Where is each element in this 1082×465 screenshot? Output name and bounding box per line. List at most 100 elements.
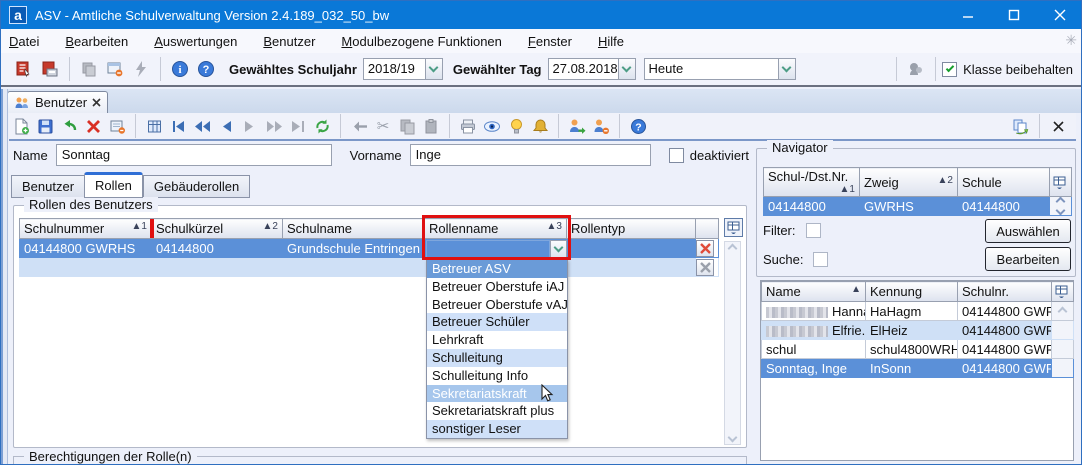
col-rollenname[interactable]: Rollenname▲3 (425, 219, 567, 239)
info-icon[interactable]: i (168, 57, 192, 81)
close-tab-icon[interactable] (92, 98, 101, 107)
menu-bearbeiten[interactable]: Bearbeiten (65, 31, 140, 52)
menu-datei[interactable]: Datei (9, 31, 51, 52)
menu-hilfe[interactable]: Hilfe (598, 31, 636, 52)
user-row-selected[interactable]: Sonntag, Inge InSonn 04144800 GWRHS (762, 359, 1074, 378)
chevron-down-icon[interactable] (778, 58, 796, 80)
chevron-down-icon[interactable] (550, 240, 567, 258)
close-button[interactable] (1037, 1, 1082, 29)
paste-icon[interactable] (420, 115, 442, 137)
print-icon[interactable] (457, 115, 479, 137)
help-icon[interactable]: ? (627, 115, 649, 137)
scroll-down-icon[interactable] (728, 433, 738, 443)
first-record-icon[interactable] (167, 115, 189, 137)
scroll-down-icon[interactable] (1056, 206, 1066, 216)
notification-bell-icon[interactable] (529, 115, 551, 137)
preview-eye-icon[interactable] (481, 115, 503, 137)
scroll-up-icon[interactable] (728, 244, 738, 254)
dropdown-item[interactable]: Betreuer ASV (427, 260, 567, 278)
remove-user-icon[interactable] (590, 115, 612, 137)
filter-field[interactable] (806, 223, 821, 238)
col-zweig[interactable]: Zweig▲2 (860, 168, 958, 197)
col-schulnr[interactable]: Schulnr. (958, 282, 1052, 302)
dropdown-item[interactable]: Sekretariatskraft plus (427, 402, 567, 420)
dropdown-item[interactable]: Schulleitung (427, 349, 567, 367)
delete-role-icon[interactable] (696, 240, 714, 257)
fast-backward-icon[interactable] (191, 115, 213, 137)
save-icon[interactable] (34, 115, 56, 137)
navigator-school-table[interactable]: Schul-/Dst.Nr.▲1 Zweig▲2 Schule 04144800… (763, 167, 1072, 216)
cut-icon[interactable]: ✂ (372, 115, 394, 137)
module-navigation-icon[interactable] (12, 57, 36, 81)
minimize-button[interactable] (945, 1, 991, 29)
col-rollentyp[interactable]: Rollentyp (567, 219, 696, 239)
tab-benutzer-document[interactable]: Benutzer (7, 91, 108, 113)
previous-record-icon[interactable] (215, 115, 237, 137)
undo-icon[interactable] (58, 115, 80, 137)
chevron-down-icon[interactable] (618, 58, 636, 80)
switch-view-icon[interactable] (1010, 115, 1032, 137)
last-record-icon[interactable] (287, 115, 309, 137)
delete-role-disabled-icon[interactable] (696, 259, 714, 276)
maximize-button[interactable] (991, 1, 1037, 29)
tag-select[interactable]: 27.08.2018 (548, 58, 636, 80)
school-table-scrollbar[interactable] (1050, 198, 1071, 214)
form-remove-icon[interactable] (106, 115, 128, 137)
heute-select[interactable]: Heute (644, 58, 796, 80)
new-record-icon[interactable] (10, 115, 32, 137)
refresh-icon[interactable] (311, 115, 333, 137)
menu-benutzer[interactable]: Benutzer (263, 31, 327, 52)
copy-disabled-icon[interactable] (77, 57, 101, 81)
lightning-disabled-icon[interactable] (129, 57, 153, 81)
delete-record-icon[interactable] (82, 115, 104, 137)
school-row-selected[interactable]: 04144800 GWRHS 04144800 (764, 197, 1072, 216)
schuljahr-select[interactable]: 2018/19 (363, 58, 443, 80)
col-kennung[interactable]: Kennung (866, 282, 958, 302)
col-name[interactable]: Name▲ (762, 282, 866, 302)
menu-auswertungen[interactable]: Auswertungen (154, 31, 249, 52)
roles-scrollbar[interactable] (724, 241, 741, 445)
next-record-icon[interactable] (239, 115, 261, 137)
classes-disabled-icon[interactable] (904, 57, 928, 81)
role-row-selected[interactable]: 04144800 GWRHS 04144800 Grundschule Entr… (20, 239, 719, 258)
assign-user-icon[interactable] (566, 115, 588, 137)
menu-modulbezogene-funktionen[interactable]: Modulbezogene Funktionen (341, 31, 513, 52)
dropdown-item[interactable]: Betreuer Oberstufe iAJ (427, 278, 567, 296)
auswaehlen-button[interactable]: Auswählen (985, 219, 1071, 243)
roles-table[interactable]: Schulnummer▲1 Schulkürzel▲2 Schulname Ro… (19, 218, 719, 277)
column-picker-icon[interactable] (1050, 173, 1069, 192)
window-remove-icon[interactable] (103, 57, 127, 81)
col-schulkuerzel[interactable]: Schulkürzel▲2 (152, 219, 283, 239)
vorname-field[interactable]: Inge (410, 144, 651, 166)
close-panel-icon[interactable] (1047, 115, 1069, 137)
scroll-up-icon[interactable] (1058, 306, 1068, 316)
tab-rollen[interactable]: Rollen (84, 172, 143, 198)
role-row-new[interactable] (20, 258, 719, 277)
dropdown-item[interactable]: sonstiger Leser (427, 420, 567, 438)
rollenname-combobox[interactable] (426, 240, 567, 258)
column-picker-icon[interactable] (1052, 282, 1071, 301)
data-table-icon[interactable] (143, 115, 165, 137)
bearbeiten-button[interactable]: Bearbeiten (985, 247, 1071, 271)
dropdown-item[interactable]: Lehrkraft (427, 331, 567, 349)
user-row[interactable]: schul schul4800WRHS 04144800 GWRHS (762, 340, 1074, 359)
dropdown-item-hovered[interactable]: Sekretariatskraft (427, 385, 567, 403)
hint-bulb-icon[interactable] (505, 115, 527, 137)
col-schulname[interactable]: Schulname (283, 219, 425, 239)
copy-icon[interactable] (396, 115, 418, 137)
chevron-down-icon[interactable] (425, 58, 443, 80)
tab-benutzer[interactable]: Benutzer (11, 175, 84, 198)
dropdown-item[interactable]: Schulleitung Info (427, 367, 567, 385)
user-row[interactable]: Hanna HaHagm 04144800 GWRHS (762, 302, 1074, 321)
navigator-users-table[interactable]: Name▲ Kennung Schulnr. Hanna HaHagm 0414… (761, 281, 1074, 378)
suche-field[interactable] (813, 252, 828, 267)
module-reports-icon[interactable] (38, 57, 62, 81)
fast-forward-icon[interactable] (263, 115, 285, 137)
tab-gebaeuderollen[interactable]: Gebäuderollen (143, 175, 250, 198)
back-arrow-icon[interactable] (348, 115, 370, 137)
user-row[interactable]: Elfrie... ElHeiz 04144800 GWRHS (762, 321, 1074, 340)
col-schule[interactable]: Schule (958, 168, 1050, 197)
column-picker-icon[interactable] (724, 218, 743, 237)
col-schulnummer[interactable]: Schulnummer▲1 (20, 219, 152, 239)
col-schul-dst-nr[interactable]: Schul-/Dst.Nr.▲1 (764, 168, 860, 197)
